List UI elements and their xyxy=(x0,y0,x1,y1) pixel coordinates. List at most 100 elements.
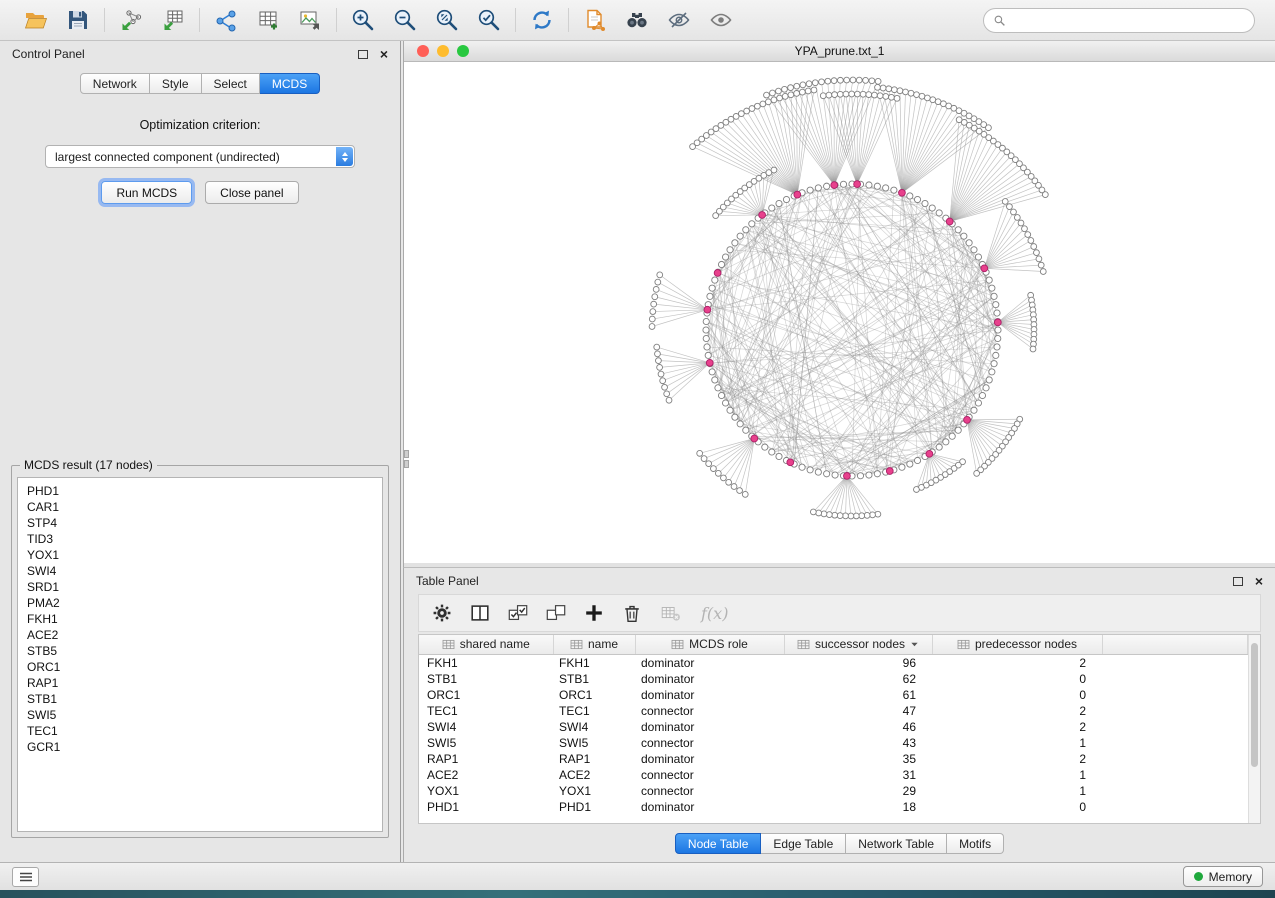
table-row[interactable]: TEC1TEC1connector472 xyxy=(419,703,1248,719)
tab-select[interactable]: Select xyxy=(202,73,260,94)
table-row[interactable]: SWI4SWI4dominator462 xyxy=(419,719,1248,735)
result-item[interactable]: PMA2 xyxy=(18,595,382,611)
table-panel-window-controls: × xyxy=(1233,574,1263,588)
minimize-window-light[interactable] xyxy=(437,45,449,57)
search-box[interactable] xyxy=(983,8,1255,33)
result-item[interactable]: PHD1 xyxy=(18,483,382,499)
memory-button[interactable]: Memory xyxy=(1183,866,1263,887)
mcds-result-list[interactable]: PHD1CAR1STP4TID3YOX1SWI4SRD1PMA2FKH1ACE2… xyxy=(17,477,383,832)
import-network-icon[interactable] xyxy=(118,7,144,33)
add-icon[interactable] xyxy=(583,602,605,624)
column-header-MCDS-role[interactable]: MCDS role xyxy=(635,635,784,654)
result-item[interactable]: TEC1 xyxy=(18,723,382,739)
result-item[interactable]: SRD1 xyxy=(18,579,382,595)
result-item[interactable]: STB1 xyxy=(18,691,382,707)
result-item[interactable]: STP4 xyxy=(18,515,382,531)
result-item[interactable]: ACE2 xyxy=(18,627,382,643)
table-cell: YOX1 xyxy=(553,783,635,799)
table-tab-motifs[interactable]: Motifs xyxy=(947,833,1004,854)
result-item[interactable]: CAR1 xyxy=(18,499,382,515)
delete-icon[interactable] xyxy=(621,602,643,624)
tab-style[interactable]: Style xyxy=(150,73,202,94)
table-tab-network-table[interactable]: Network Table xyxy=(846,833,947,854)
tab-network[interactable]: Network xyxy=(80,73,150,94)
result-item[interactable]: TID3 xyxy=(18,531,382,547)
new-network-icon[interactable] xyxy=(213,7,239,33)
import-table-disabled-icon[interactable] xyxy=(659,602,681,624)
zoom-selected-icon[interactable] xyxy=(476,7,502,33)
deselect-all-icon[interactable] xyxy=(545,602,567,624)
table-tab-node-table[interactable]: Node Table xyxy=(675,833,762,854)
show-icon[interactable] xyxy=(708,7,734,33)
result-item[interactable]: STB5 xyxy=(18,643,382,659)
zoom-out-icon[interactable] xyxy=(392,7,418,33)
table-row[interactable]: PHD1PHD1dominator180 xyxy=(419,799,1248,815)
maximize-window-light[interactable] xyxy=(457,45,469,57)
result-item[interactable]: GCR1 xyxy=(18,739,382,755)
table-row[interactable]: SWI5SWI5connector431 xyxy=(419,735,1248,751)
table-row[interactable]: YOX1YOX1connector291 xyxy=(419,783,1248,799)
columns-icon[interactable] xyxy=(469,602,491,624)
select-arrows-icon xyxy=(336,147,353,166)
result-item[interactable]: SWI5 xyxy=(18,707,382,723)
result-item[interactable]: SWI4 xyxy=(18,563,382,579)
table-scrollbar[interactable] xyxy=(1248,635,1260,823)
search-input[interactable] xyxy=(1012,13,1245,27)
find-icon[interactable] xyxy=(624,7,650,33)
result-item[interactable]: ORC1 xyxy=(18,659,382,675)
table-row[interactable]: ACE2ACE2connector311 xyxy=(419,767,1248,783)
close-panel-icon[interactable]: × xyxy=(380,47,388,61)
hide-icon[interactable] xyxy=(666,7,692,33)
table-cell-filler xyxy=(1102,767,1248,783)
network-titlebar[interactable]: YPA_prune.txt_1 xyxy=(404,41,1275,62)
criterion-select[interactable]: largest connected component (undirected) xyxy=(45,145,355,168)
result-item[interactable]: YOX1 xyxy=(18,547,382,563)
table-cell: PHD1 xyxy=(419,799,553,815)
select-all-icon[interactable] xyxy=(507,602,529,624)
close-panel-button[interactable]: Close panel xyxy=(205,181,298,204)
column-header-shared-name[interactable]: shared name xyxy=(419,635,553,654)
table-row[interactable]: FKH1FKH1dominator962 xyxy=(419,654,1248,671)
save-icon[interactable] xyxy=(65,7,91,33)
table-cell: 0 xyxy=(932,687,1102,703)
network-view[interactable] xyxy=(404,62,1275,563)
table-scrollbar-thumb[interactable] xyxy=(1251,643,1258,767)
close-table-panel-icon[interactable]: × xyxy=(1255,574,1263,588)
splitter-collapse-buttons[interactable] xyxy=(403,448,410,470)
toolbar-group xyxy=(10,7,104,33)
float-table-panel-icon[interactable] xyxy=(1233,577,1243,586)
control-panel: Control Panel × NetworkStyleSelectMCDS O… xyxy=(0,41,401,862)
share-document-icon[interactable] xyxy=(582,7,608,33)
close-window-light[interactable] xyxy=(417,45,429,57)
network-graph xyxy=(404,62,1275,563)
result-item[interactable]: FKH1 xyxy=(18,611,382,627)
gear-icon[interactable] xyxy=(431,602,453,624)
table-tab-edge-table[interactable]: Edge Table xyxy=(761,833,846,854)
run-mcds-button[interactable]: Run MCDS xyxy=(101,181,192,204)
refresh-icon[interactable] xyxy=(529,7,555,33)
table-cell: PHD1 xyxy=(553,799,635,815)
tab-mcds[interactable]: MCDS xyxy=(260,73,320,94)
result-item[interactable]: RAP1 xyxy=(18,675,382,691)
zoom-fit-icon[interactable] xyxy=(434,7,460,33)
table-row[interactable]: STB1STB1dominator620 xyxy=(419,671,1248,687)
panel-menu-button[interactable] xyxy=(12,867,39,887)
table-cell: ACE2 xyxy=(419,767,553,783)
new-table-icon[interactable] xyxy=(255,7,281,33)
table-cell: TEC1 xyxy=(553,703,635,719)
open-folder-icon[interactable] xyxy=(23,7,49,33)
export-image-icon[interactable] xyxy=(297,7,323,33)
column-header-name[interactable]: name xyxy=(553,635,635,654)
float-panel-icon[interactable] xyxy=(358,50,368,59)
column-header-successor-nodes[interactable]: successor nodes xyxy=(784,635,932,654)
zoom-in-icon[interactable] xyxy=(350,7,376,33)
column-header-predecessor-nodes[interactable]: predecessor nodes xyxy=(932,635,1102,654)
import-table-icon[interactable] xyxy=(160,7,186,33)
table-tabs: Node TableEdge TableNetwork TableMotifs xyxy=(404,833,1275,854)
table-cell: 0 xyxy=(932,799,1102,815)
table-row[interactable]: RAP1RAP1dominator352 xyxy=(419,751,1248,767)
table-cell-filler xyxy=(1102,703,1248,719)
table-cell: dominator xyxy=(635,687,784,703)
table-row[interactable]: ORC1ORC1dominator610 xyxy=(419,687,1248,703)
table-cell: RAP1 xyxy=(419,751,553,767)
